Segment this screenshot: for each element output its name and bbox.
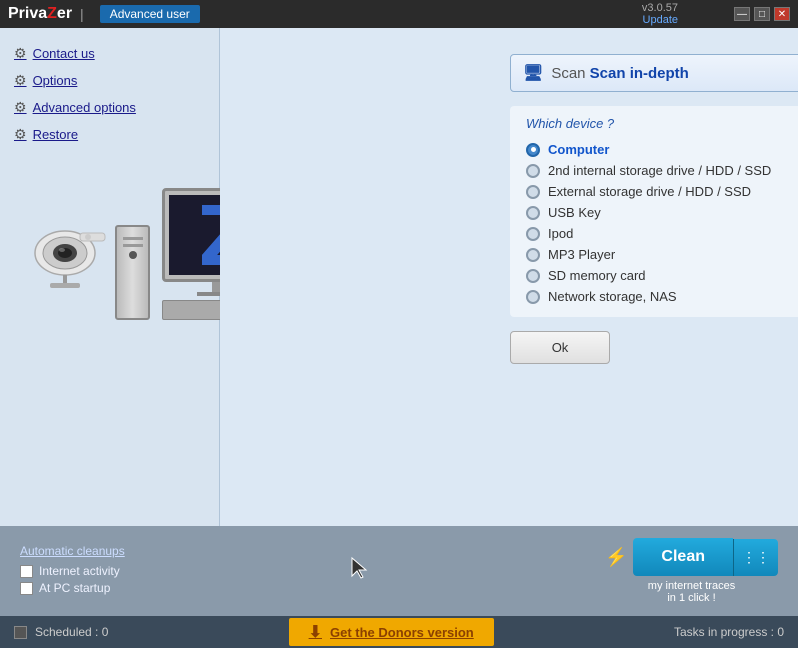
title-bar: PrivaZer | Advanced user v3.0.57Update —… <box>0 0 798 28</box>
device-label-nas: Network storage, NAS <box>548 289 677 304</box>
restore-icon: ⚙ <box>14 126 27 143</box>
lightning-icon: ⚡ <box>605 547 627 568</box>
device-option-sd[interactable]: SD memory card <box>526 265 798 286</box>
sidebar-label-options: Options <box>33 73 78 88</box>
tower-slot <box>123 237 143 240</box>
content-area: 🖥 Scan Scan in-depth ▼ Which device ? Co… <box>220 28 798 526</box>
checkbox-box-internet <box>20 565 33 578</box>
bottom-area: Automatic cleanups Internet activity At … <box>0 526 798 616</box>
device-radio-nas <box>526 290 540 304</box>
device-label-sd: SD memory card <box>548 268 646 283</box>
sidebar-item-options[interactable]: ⚙ Options <box>0 67 219 94</box>
device-label-external: External storage drive / HDD / SSD <box>548 184 751 199</box>
computer-tower <box>115 225 150 320</box>
device-option-mp3[interactable]: MP3 Player <box>526 244 798 265</box>
device-label-ipod: Ipod <box>548 226 573 241</box>
tower-button <box>129 251 137 259</box>
checkbox-pc-startup[interactable]: At PC startup <box>20 581 125 595</box>
device-radio-external <box>526 185 540 199</box>
sidebar-item-advanced-options[interactable]: ⚙ Advanced options <box>0 94 219 121</box>
checkbox-label-internet: Internet activity <box>39 564 120 578</box>
user-badge: Advanced user <box>100 5 200 23</box>
sidebar-label-restore: Restore <box>33 127 79 142</box>
minimize-button[interactable]: — <box>734 7 750 21</box>
device-option-usb[interactable]: USB Key <box>526 202 798 223</box>
ok-button[interactable]: Ok <box>510 331 610 364</box>
maximize-button[interactable]: □ <box>754 7 770 21</box>
device-option-computer[interactable]: Computer <box>526 139 798 160</box>
main-area: ⚙ Contact us ⚙ Options ⚙ Advanced option… <box>0 28 798 526</box>
scan-dropdown[interactable]: 🖥 Scan Scan in-depth ▼ <box>510 54 798 92</box>
scan-dropdown-icon: 🖥 <box>523 63 543 83</box>
device-radio-2nd-hdd <box>526 164 540 178</box>
scheduled-label: Scheduled : 0 <box>35 625 108 639</box>
close-button[interactable]: ✕ <box>774 7 790 21</box>
device-panel: Which device ? Computer 2nd internal sto… <box>510 106 798 317</box>
tasks-info: Tasks in progress : 0 <box>674 625 784 639</box>
sidebar-label-contact: Contact us <box>33 46 95 61</box>
device-option-nas[interactable]: Network storage, NAS <box>526 286 798 307</box>
scan-dropdown-label: Scan Scan in-depth <box>551 65 689 82</box>
window-controls[interactable]: — □ ✕ <box>734 7 790 21</box>
donors-icon: ⬇ <box>309 622 322 642</box>
cursor-indicator <box>350 556 370 586</box>
app-brand: PrivaZer | Advanced user <box>8 5 200 23</box>
auto-cleanups-title[interactable]: Automatic cleanups <box>20 544 125 558</box>
brand-name-priv: PrivaZer <box>8 5 72 23</box>
clean-subtitle: my internet tracesin 1 click ! <box>648 580 735 604</box>
checkbox-internet-activity[interactable]: Internet activity <box>20 564 125 578</box>
version-info: v3.0.57Update <box>642 2 678 26</box>
status-bar: Scheduled : 0 ⬇ Get the Donors version T… <box>0 616 798 648</box>
checkbox-box-startup <box>20 582 33 595</box>
device-label-usb: USB Key <box>548 205 601 220</box>
sidebar: ⚙ Contact us ⚙ Options ⚙ Advanced option… <box>0 28 220 526</box>
device-radio-ipod <box>526 227 540 241</box>
status-checkbox <box>14 626 27 639</box>
contact-icon: ⚙ <box>14 45 27 62</box>
device-option-ipod[interactable]: Ipod <box>526 223 798 244</box>
device-label-mp3: MP3 Player <box>548 247 615 262</box>
device-label-2nd-hdd: 2nd internal storage drive / HDD / SSD <box>548 163 771 178</box>
which-device-label: Which device ? <box>526 116 798 131</box>
clean-btn-row: ⚡ Clean ⋮⋮ <box>605 538 778 576</box>
checkbox-label-startup: At PC startup <box>39 581 110 595</box>
clean-button[interactable]: Clean <box>633 538 733 576</box>
device-label-computer: Computer <box>548 142 609 157</box>
clean-section: ⚡ Clean ⋮⋮ my internet tracesin 1 click … <box>605 538 778 604</box>
donors-label: Get the Donors version <box>330 625 474 640</box>
scan-dropdown-container: 🖥 Scan Scan in-depth ▼ <box>510 54 798 92</box>
device-radio-sd <box>526 269 540 283</box>
device-radio-usb <box>526 206 540 220</box>
sidebar-item-restore[interactable]: ⚙ Restore <box>0 121 219 148</box>
advanced-icon: ⚙ <box>14 99 27 116</box>
device-option-external[interactable]: External storage drive / HDD / SSD <box>526 181 798 202</box>
device-radio-mp3 <box>526 248 540 262</box>
cursor-icon <box>350 556 370 580</box>
scheduled-info: Scheduled : 0 <box>14 625 108 639</box>
clean-extra-button[interactable]: ⋮⋮ <box>733 539 778 576</box>
device-radio-computer <box>526 143 540 157</box>
options-icon: ⚙ <box>14 72 27 89</box>
donors-button[interactable]: ⬇ Get the Donors version <box>289 618 494 646</box>
sidebar-item-contact-us[interactable]: ⚙ Contact us <box>0 40 219 67</box>
device-option-2nd-hdd[interactable]: 2nd internal storage drive / HDD / SSD <box>526 160 798 181</box>
tower-slot <box>123 244 143 247</box>
camera-image <box>10 198 130 288</box>
sidebar-label-advanced: Advanced options <box>33 100 136 115</box>
